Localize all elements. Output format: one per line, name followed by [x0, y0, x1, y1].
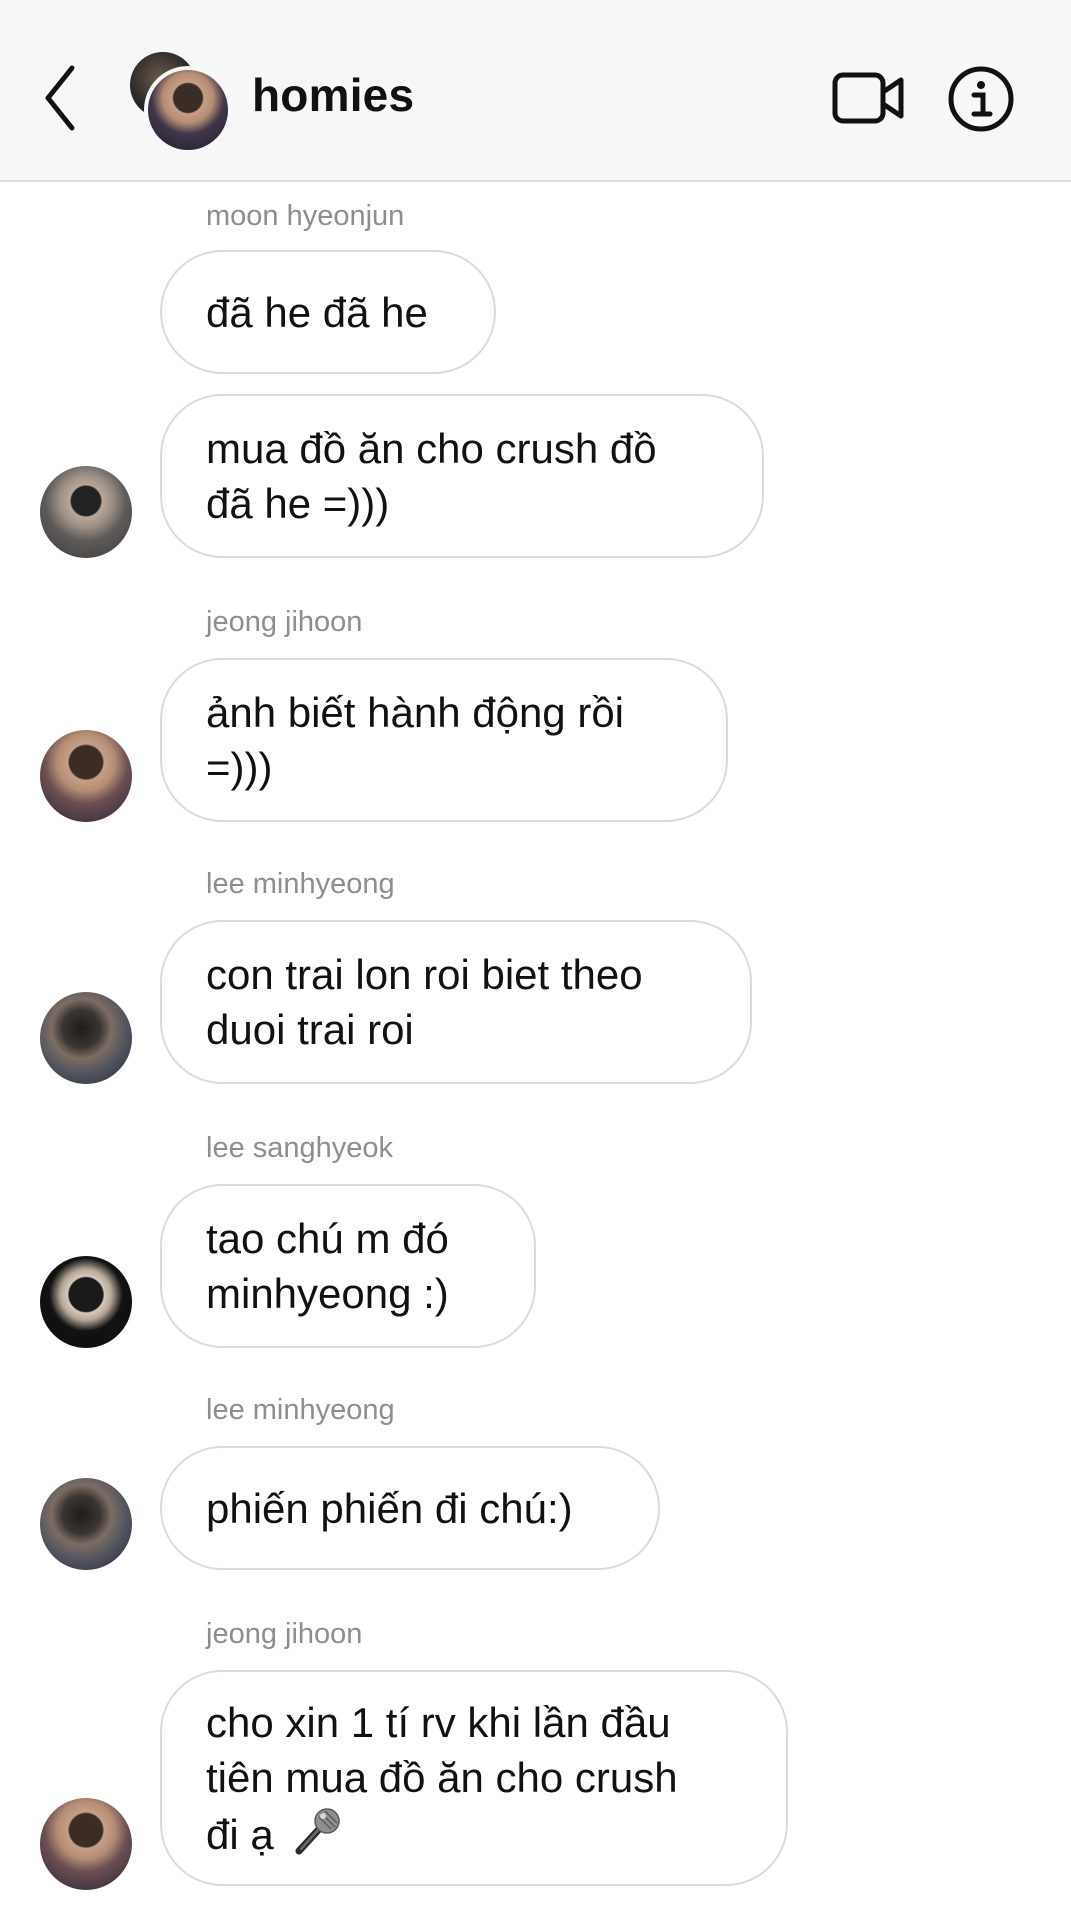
message-bubble[interactable]: phiến phiến đi chú:)	[160, 1446, 660, 1570]
message-bubble[interactable]: con trai lon roi biet theo duoi trai roi	[160, 920, 752, 1084]
message-line: phiến phiến đi chú:)	[206, 1484, 573, 1532]
message-line: đã he =)))	[206, 480, 390, 527]
avatar[interactable]	[40, 992, 132, 1084]
chat-title[interactable]: homies	[252, 68, 414, 122]
message-line: tao chú m đó	[206, 1215, 449, 1262]
microphone-icon	[295, 1807, 341, 1854]
group-avatar[interactable]	[130, 52, 232, 154]
avatar[interactable]	[40, 1256, 132, 1348]
sender-name: jeong jihoon	[206, 606, 363, 638]
message-bubble[interactable]: cho xin 1 tí rv khi lần đầu tiên mua đồ …	[160, 1670, 788, 1886]
message-line: duoi trai roi	[206, 1006, 414, 1053]
message-line: ảnh biết hành động rồi	[206, 689, 625, 736]
group-avatar-front	[144, 66, 232, 154]
message-line: minhyeong :)	[206, 1270, 449, 1317]
message-bubble[interactable]: đã he đã he	[160, 250, 496, 374]
message-line: mua đồ ăn cho crush đồ	[206, 425, 657, 472]
avatar[interactable]	[40, 466, 132, 558]
sender-name: lee minhyeong	[206, 1394, 395, 1426]
message-line: tiên mua đồ ăn cho crush	[206, 1753, 678, 1801]
avatar[interactable]	[40, 1798, 132, 1890]
info-icon[interactable]	[948, 66, 1014, 132]
sender-name: moon hyeonjun	[206, 200, 405, 232]
message-line: cho xin 1 tí rv khi lần đầu	[206, 1698, 671, 1746]
message-line: đi ạ	[206, 1810, 274, 1858]
sender-name: lee minhyeong	[206, 868, 395, 900]
message-line-with-emoji: đi ạ	[206, 1805, 343, 1862]
sender-name: jeong jihoon	[206, 1618, 363, 1650]
message-line: =)))	[206, 744, 273, 791]
avatar[interactable]	[40, 730, 132, 822]
message-line: đã he đã he	[206, 288, 428, 336]
chevron-left-icon[interactable]	[40, 62, 80, 134]
sender-name: lee sanghyeok	[206, 1132, 394, 1164]
message-bubble[interactable]: tao chú m đó minhyeong :)	[160, 1184, 536, 1348]
chat-header: homies	[0, 0, 1071, 182]
avatar[interactable]	[40, 1478, 132, 1570]
message-bubble[interactable]: ảnh biết hành động rồi =)))	[160, 658, 728, 822]
message-bubble[interactable]: mua đồ ăn cho crush đồ đã he =)))	[160, 394, 764, 558]
message-line: con trai lon roi biet theo	[206, 951, 643, 998]
video-camera-icon[interactable]	[832, 72, 904, 124]
